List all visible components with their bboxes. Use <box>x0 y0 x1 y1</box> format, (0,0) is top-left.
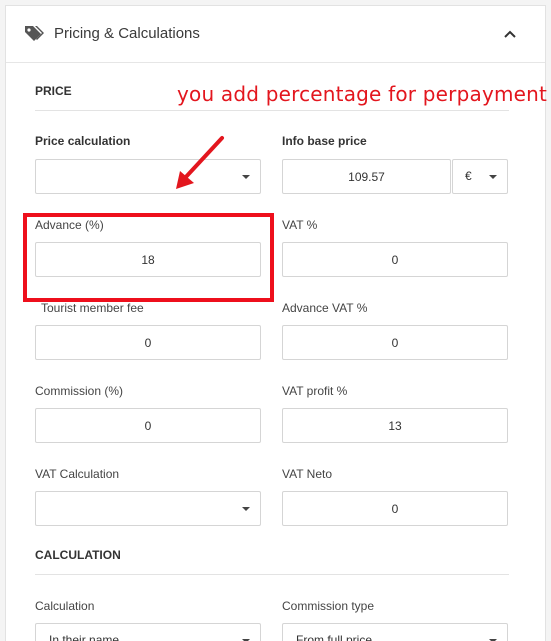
section-divider <box>35 574 509 575</box>
panel-header[interactable]: Pricing & Calculations <box>6 6 545 63</box>
commission-type-select[interactable]: From full price <box>282 623 508 641</box>
advance-vat-input[interactable] <box>282 325 508 360</box>
tag-icon <box>25 26 44 41</box>
vat-profit-input[interactable] <box>282 408 508 443</box>
section-title-calculation: CALCULATION <box>35 548 121 562</box>
annotation-arrow-icon <box>176 136 224 189</box>
annotation-highlight-box <box>23 213 274 302</box>
info-base-price-input[interactable] <box>282 159 451 194</box>
caret-down-icon <box>242 175 250 179</box>
price-calculation-label: Price calculation <box>35 134 131 148</box>
vat-profit-label: VAT profit % <box>282 384 348 398</box>
commission-input[interactable] <box>35 408 261 443</box>
vat-neto-input[interactable] <box>282 491 508 526</box>
commission-type-value: From full price <box>296 633 373 641</box>
tourist-member-fee-input[interactable] <box>35 325 261 360</box>
section-title-price: PRICE <box>35 84 72 98</box>
vat-label: VAT % <box>282 218 318 232</box>
advance-vat-label: Advance VAT % <box>282 301 368 315</box>
commission-type-label: Commission type <box>282 599 375 613</box>
commission-label: Commission (%) <box>35 384 124 398</box>
info-base-price-label: Info base price <box>282 134 367 148</box>
annotation-text: you add percentage for perpayment <box>177 82 548 106</box>
caret-down-icon <box>242 507 250 511</box>
calculation-select[interactable]: In their name <box>35 623 261 641</box>
chevron-up-icon[interactable] <box>503 28 517 40</box>
caret-down-icon <box>489 175 497 179</box>
vat-calculation-select[interactable] <box>35 491 261 526</box>
currency-select[interactable]: € <box>452 159 508 194</box>
vat-calculation-label: VAT Calculation <box>35 467 120 481</box>
panel-title: Pricing & Calculations <box>54 25 200 42</box>
tourist-member-fee-label: Tourist member fee <box>41 301 144 315</box>
calculation-value: In their name <box>49 633 120 641</box>
calculation-label: Calculation <box>35 599 95 613</box>
section-divider <box>35 110 509 111</box>
currency-value: € <box>465 169 472 183</box>
vat-input[interactable] <box>282 242 508 277</box>
vat-neto-label: VAT Neto <box>282 467 333 481</box>
